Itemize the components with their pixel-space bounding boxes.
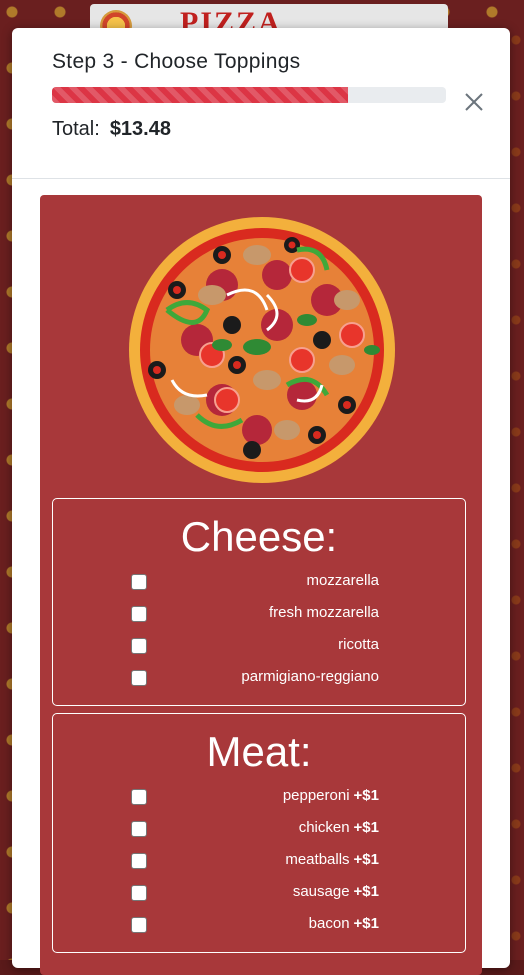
topping-checkbox[interactable] [131,638,147,654]
topping-checkbox[interactable] [131,821,147,837]
total-amount: $13.48 [109,118,171,140]
topping-label: bacon +$1 [308,915,379,932]
topping-label: parmigiano-reggiano [241,668,379,685]
total-label: Total: [52,118,100,140]
topping-option[interactable]: fresh mozzarella [53,599,465,631]
topping-checkbox[interactable] [131,885,147,901]
topping-checkbox[interactable] [131,789,147,805]
toppings-panel: Cheese: mozzarella fresh mozzarella rico… [40,195,482,975]
modal-header: Step 3 - Choose Toppings Total: $13.48 [12,28,510,179]
meat-title: Meat: [206,728,312,775]
topping-option[interactable]: meatballs +$1 [53,846,465,878]
topping-option[interactable]: parmigiano-reggiano [53,663,465,695]
topping-price: +$1 [353,787,379,804]
topping-option[interactable]: sausage +$1 [53,878,465,910]
topping-label: ricotta [338,636,379,653]
topping-option[interactable]: chicken +$1 [53,814,465,846]
order-total: Total: $13.48 [52,118,171,141]
topping-price: +$1 [353,851,379,868]
topping-option[interactable]: mozzarella [53,567,465,599]
topping-option[interactable]: ricotta [53,631,465,663]
pizza-image [129,217,395,483]
toppings-modal: Step 3 - Choose Toppings Total: $13.48 C… [12,28,510,975]
topping-checkbox[interactable] [131,670,147,686]
topping-checkbox[interactable] [131,853,147,869]
topping-option[interactable]: pepperoni +$1 [53,782,465,814]
close-button[interactable] [462,90,486,114]
topping-price: +$1 [353,819,379,836]
topping-checkbox[interactable] [131,574,147,590]
topping-label: meatballs +$1 [285,851,379,868]
topping-label: sausage +$1 [292,883,379,900]
topping-checkbox[interactable] [131,917,147,933]
topping-price: +$1 [353,915,379,932]
topping-checkbox[interactable] [131,606,147,622]
cheese-title: Cheese: [180,513,338,560]
topping-price: +$1 [353,883,379,900]
topping-label: mozzarella [306,572,379,589]
meat-group: Meat: pepperoni +$1 chicken +$1 meatballs +… [52,713,466,953]
close-icon [465,93,483,111]
cheese-group: Cheese: mozzarella fresh mozzarella rico… [52,498,466,706]
topping-label: pepperoni +$1 [282,787,379,804]
progress-bar [52,87,446,103]
topping-option[interactable]: bacon +$1 [53,910,465,942]
progress-fill [52,87,348,103]
topping-label: chicken +$1 [298,819,379,836]
step-title: Step 3 - Choose Toppings [52,50,301,73]
topping-label: fresh mozzarella [268,604,379,621]
